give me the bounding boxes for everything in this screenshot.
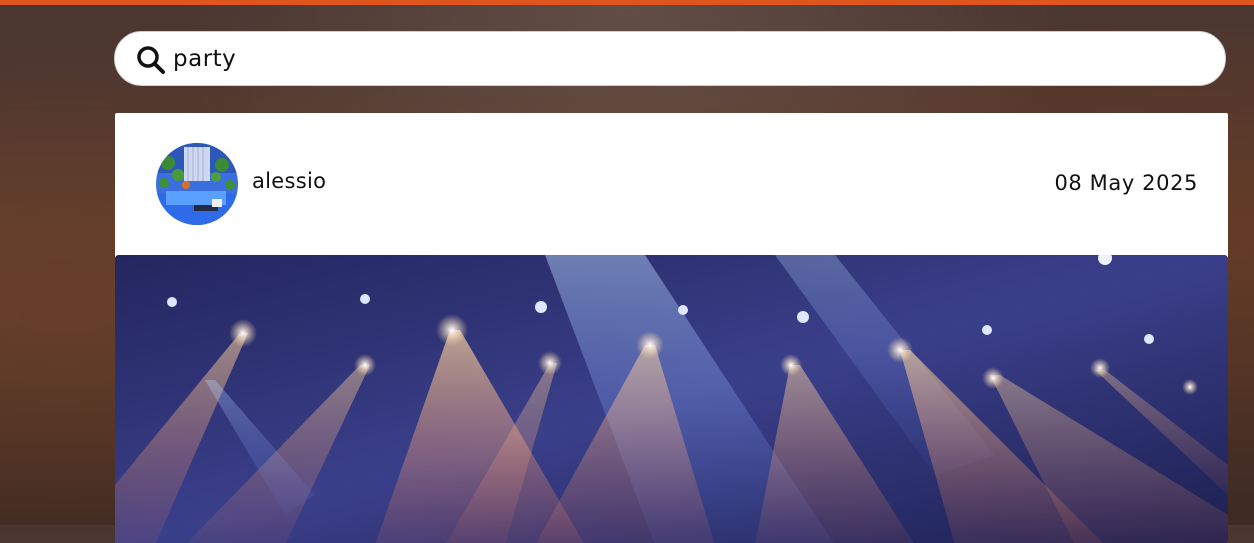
search-input[interactable] xyxy=(173,44,1203,74)
search-bar[interactable] xyxy=(114,31,1226,86)
avatar[interactable] xyxy=(156,143,238,225)
top-accent-bar xyxy=(0,0,1254,5)
post-date: 08 May 2025 xyxy=(1054,171,1198,195)
post-image[interactable] xyxy=(115,255,1228,543)
post-username[interactable]: alessio xyxy=(252,169,326,193)
search-icon[interactable] xyxy=(135,44,167,76)
post-card: alessio 08 May 2025 xyxy=(115,113,1228,543)
